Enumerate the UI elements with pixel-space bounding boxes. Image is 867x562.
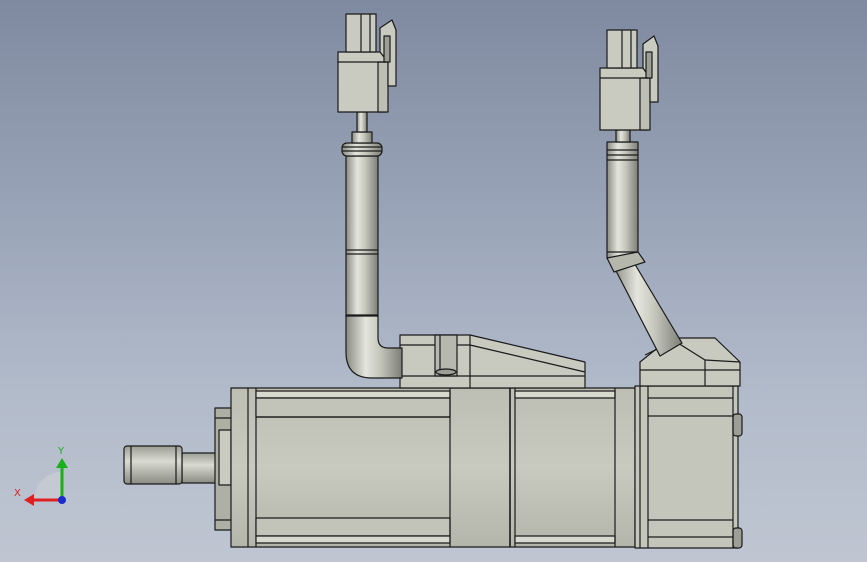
power-connector-block[interactable] (399, 334, 586, 389)
3d-viewport[interactable]: Y X (0, 0, 867, 562)
x-arrowhead-icon (24, 494, 34, 506)
z-axis-dot-icon (58, 496, 66, 504)
power-cable[interactable] (341, 111, 403, 379)
y-axis-label: Y (57, 446, 65, 457)
encoder-plug[interactable] (599, 29, 659, 131)
output-shaft[interactable] (123, 445, 223, 485)
encoder-housing[interactable] (634, 385, 743, 549)
encoder-cable[interactable] (606, 129, 683, 357)
motor-body[interactable] (230, 387, 636, 548)
servo-motor-model[interactable]: Y X (0, 0, 867, 562)
triad-plane-icon (34, 472, 62, 500)
front-flange[interactable] (214, 407, 234, 531)
y-arrowhead-icon (56, 458, 68, 468)
power-plug[interactable] (337, 13, 397, 113)
x-axis-label: X (14, 488, 21, 499)
axis-triad[interactable]: Y X (14, 446, 68, 506)
